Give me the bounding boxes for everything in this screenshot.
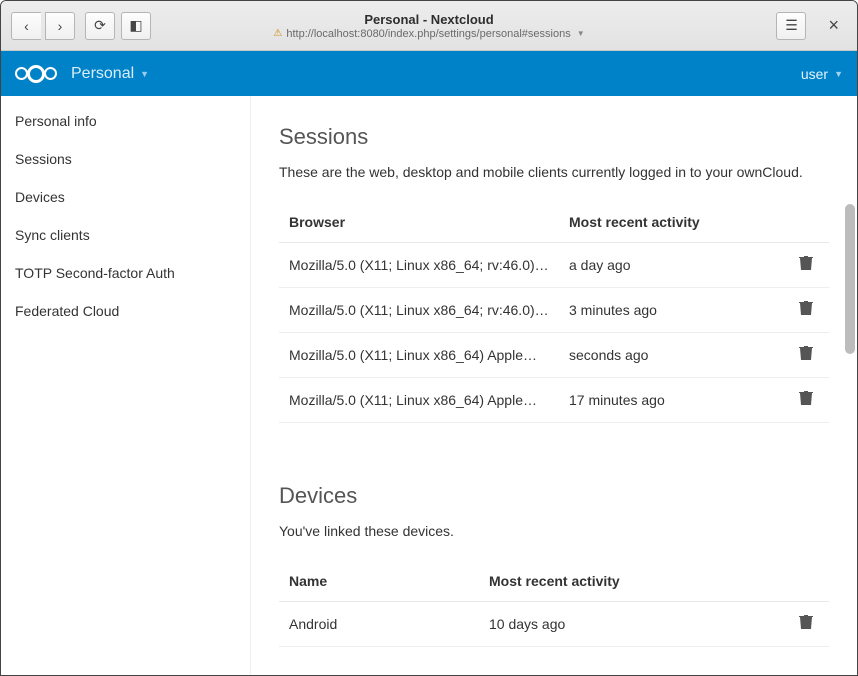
sidebar-item-label: Sync clients [15, 227, 90, 243]
cell-browser: Mozilla/5.0 (X11; Linux x86_64) AppleWeb… [279, 333, 559, 378]
devices-heading: Devices [279, 483, 829, 509]
column-header-action [783, 561, 829, 602]
delete-session-button[interactable] [799, 348, 813, 365]
sidebar-item-devices[interactable]: Devices [1, 178, 250, 216]
user-menu[interactable]: user ▼ [801, 66, 843, 82]
back-button[interactable]: ‹ [11, 12, 41, 40]
sessions-heading: Sessions [279, 124, 829, 150]
caret-down-icon: ▼ [834, 69, 843, 79]
column-header-activity: Most recent activity [479, 561, 783, 602]
devices-description: You've linked these devices. [279, 523, 829, 539]
sidebar-item-label: TOTP Second-factor Auth [15, 265, 175, 281]
delete-device-button[interactable] [799, 617, 813, 634]
title-area: Personal - Nextcloud ⚠ http://localhost:… [273, 12, 584, 40]
sessions-description: These are the web, desktop and mobile cl… [279, 164, 829, 180]
user-label: user [801, 66, 828, 82]
column-header-name: Name [279, 561, 479, 602]
sidebar-item-sync-clients[interactable]: Sync clients [1, 216, 250, 254]
close-icon: × [828, 15, 839, 35]
app-header: Personal ▼ user ▼ [1, 51, 857, 96]
sessions-table: Browser Most recent activity Mozilla/5.0… [279, 202, 829, 423]
url-text: http://localhost:8080/index.php/settings… [286, 28, 570, 40]
table-row: Mozilla/5.0 (X11; Linux x86_64; rv:46.0)… [279, 288, 829, 333]
sidebar-item-federated-cloud[interactable]: Federated Cloud [1, 292, 250, 330]
trash-icon [799, 393, 813, 410]
sidebar-item-sessions[interactable]: Sessions [1, 140, 250, 178]
cell-browser: Mozilla/5.0 (X11; Linux x86_64; rv:46.0)… [279, 288, 559, 333]
app-selector[interactable]: Personal ▼ [71, 65, 149, 83]
cell-activity: 10 days ago [479, 602, 783, 647]
trash-icon [799, 617, 813, 634]
cell-activity: seconds ago [559, 333, 783, 378]
sidebar-item-totp[interactable]: TOTP Second-factor Auth [1, 254, 250, 292]
sidebar-item-label: Sessions [15, 151, 72, 167]
window: ‹ › ⟳ ◧ Personal - Nextcloud ⚠ http://lo… [0, 0, 858, 676]
devices-table: Name Most recent activity Android10 days… [279, 561, 829, 647]
table-row: Mozilla/5.0 (X11; Linux x86_64; rv:46.0)… [279, 243, 829, 288]
scrollbar[interactable] [843, 204, 857, 384]
cell-activity: 17 minutes ago [559, 378, 783, 423]
sidebar-item-label: Personal info [15, 113, 97, 129]
reload-button[interactable]: ⟳ [85, 12, 115, 40]
sidebar-item-personal-info[interactable]: Personal info [1, 102, 250, 140]
chevron-down-icon: ▼ [577, 29, 585, 38]
close-button[interactable]: × [820, 15, 847, 36]
cell-browser: Mozilla/5.0 (X11; Linux x86_64) AppleWeb… [279, 378, 559, 423]
column-header-action [783, 202, 829, 243]
column-header-activity: Most recent activity [559, 202, 783, 243]
url-bar[interactable]: ⚠ http://localhost:8080/index.php/settin… [273, 28, 584, 40]
sidebar-item-label: Federated Cloud [15, 303, 119, 319]
cell-activity: 3 minutes ago [559, 288, 783, 333]
trash-icon [799, 348, 813, 365]
logo-circle-icon [44, 67, 57, 80]
home-button[interactable]: ◧ [121, 12, 151, 40]
hamburger-icon: ☰ [785, 17, 798, 34]
right-controls: ☰ × [776, 12, 847, 40]
reload-icon: ⟳ [94, 17, 106, 34]
insecure-icon: ⚠ [273, 28, 282, 39]
menu-button[interactable]: ☰ [776, 12, 806, 40]
page-title: Personal - Nextcloud [273, 12, 584, 27]
content-area: Sessions These are the web, desktop and … [251, 96, 857, 675]
scrollbar-thumb[interactable] [845, 204, 855, 354]
delete-session-button[interactable] [799, 258, 813, 275]
column-header-browser: Browser [279, 202, 559, 243]
caret-down-icon: ▼ [140, 69, 149, 79]
nav-button-group: ‹ › [11, 12, 75, 40]
home-icon: ◧ [129, 17, 142, 34]
delete-session-button[interactable] [799, 393, 813, 410]
browser-toolbar: ‹ › ⟳ ◧ Personal - Nextcloud ⚠ http://lo… [1, 1, 857, 51]
forward-button[interactable]: › [45, 12, 75, 40]
delete-session-button[interactable] [799, 303, 813, 320]
nextcloud-logo[interactable] [15, 65, 57, 83]
chevron-left-icon: ‹ [24, 18, 29, 34]
chevron-right-icon: › [58, 18, 63, 34]
sidebar-item-label: Devices [15, 189, 65, 205]
table-row: Mozilla/5.0 (X11; Linux x86_64) AppleWeb… [279, 333, 829, 378]
trash-icon [799, 303, 813, 320]
logo-circle-icon [27, 65, 45, 83]
app-name-label: Personal [71, 65, 134, 83]
cell-name: Android [279, 602, 479, 647]
app-body: Personal info Sessions Devices Sync clie… [1, 96, 857, 675]
trash-icon [799, 258, 813, 275]
table-row: Android10 days ago [279, 602, 829, 647]
table-row: Mozilla/5.0 (X11; Linux x86_64) AppleWeb… [279, 378, 829, 423]
sidebar: Personal info Sessions Devices Sync clie… [1, 96, 251, 675]
cell-activity: a day ago [559, 243, 783, 288]
cell-browser: Mozilla/5.0 (X11; Linux x86_64; rv:46.0)… [279, 243, 559, 288]
